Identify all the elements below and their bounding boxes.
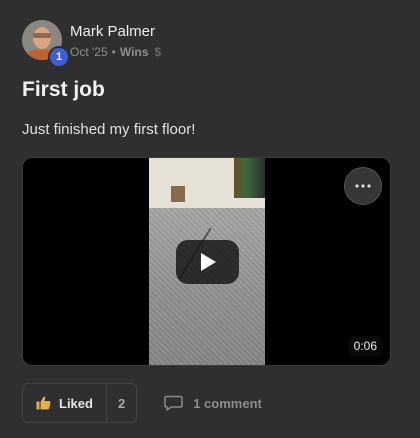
level-badge: 1 [48,46,70,68]
like-button[interactable]: Liked [23,384,106,422]
post-body: Just finished my first floor! [22,121,196,138]
play-icon [200,253,216,271]
comment-count-label: 1 comment [193,395,262,411]
video-player[interactable]: 0:06 [22,157,391,366]
post-actions: Liked 2 1 comment [22,383,262,423]
thumbnail-box [171,186,185,202]
post-header: 1 Mark Palmer Oct '25 • Wins $ [22,20,161,68]
comment-button[interactable]: 1 comment [164,395,262,411]
post-category[interactable]: Wins [120,45,149,59]
post-date[interactable]: Oct '25 [70,45,108,59]
thumbnail-items [234,158,265,198]
like-count[interactable]: 2 [105,384,136,422]
post-title: First job [22,78,105,101]
more-icon [355,184,371,188]
post-subline: Oct '25 • Wins $ [70,45,161,59]
comment-icon [164,395,183,411]
author-name[interactable]: Mark Palmer [70,23,161,41]
author-avatar[interactable]: 1 [22,20,70,68]
like-group: Liked 2 [22,383,138,423]
thumbs-up-icon [36,396,51,410]
video-duration: 0:06 [348,336,382,356]
more-options-button[interactable] [344,167,382,205]
dollar-icon: $ [154,45,162,59]
post-meta: Mark Palmer Oct '25 • Wins $ [70,20,161,59]
meta-separator: • [111,45,116,59]
like-label: Liked [59,395,93,411]
play-button[interactable] [176,240,239,284]
